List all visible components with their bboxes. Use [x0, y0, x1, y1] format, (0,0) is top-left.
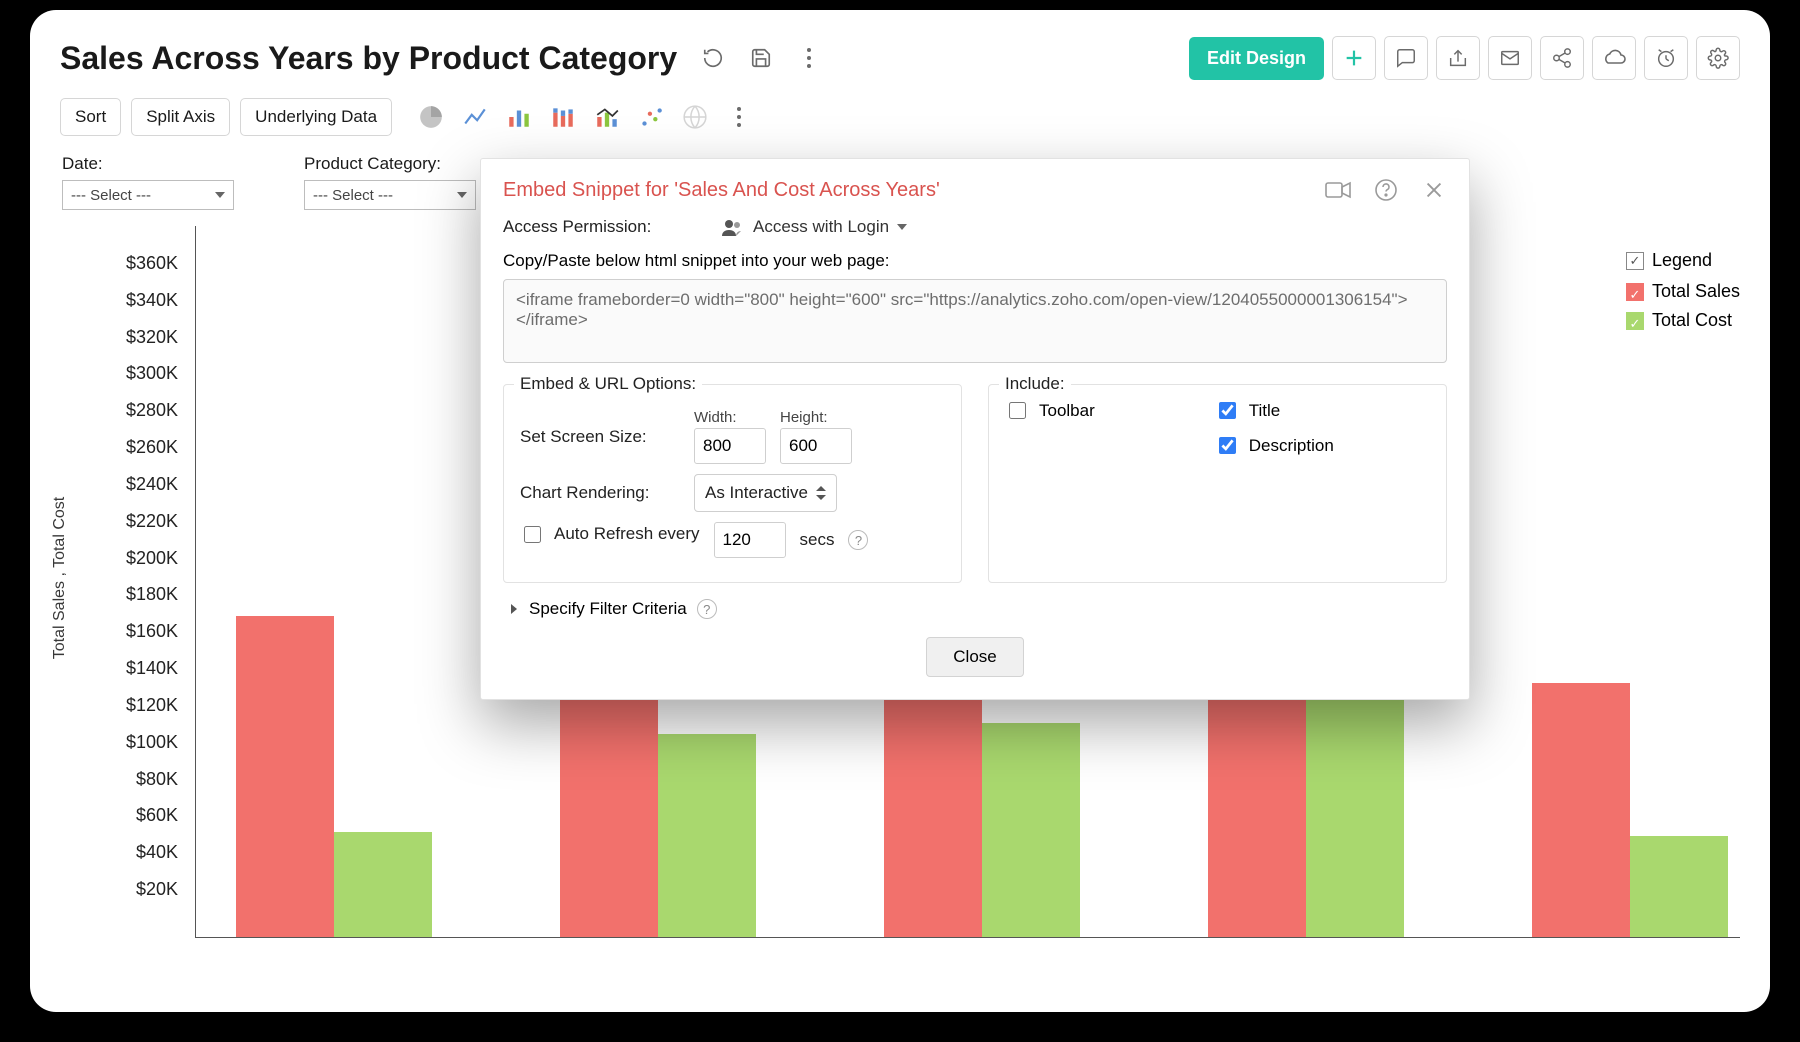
- map-chart-icon[interactable]: [678, 100, 712, 134]
- chart-rendering-select[interactable]: As Interactive: [694, 474, 837, 512]
- access-permission-label: Access Permission:: [503, 217, 693, 237]
- include-toolbar-checkbox[interactable]: [1009, 402, 1026, 419]
- auto-refresh-checkbox[interactable]: [524, 526, 541, 543]
- bar-sales[interactable]: [236, 616, 334, 937]
- reload-icon[interactable]: [693, 38, 733, 78]
- auto-refresh-label: Auto Refresh every: [554, 524, 700, 544]
- specify-filter-toggle[interactable]: Specify Filter Criteria ?: [509, 599, 1447, 619]
- chart-rendering-label: Chart Rendering:: [520, 483, 680, 503]
- y-axis-label: Total Sales , Total Cost: [51, 497, 69, 659]
- height-input[interactable]: [780, 428, 852, 464]
- more-icon[interactable]: [789, 38, 829, 78]
- scatter-chart-icon[interactable]: [634, 100, 668, 134]
- pie-chart-icon[interactable]: [414, 100, 448, 134]
- combo-chart-icon[interactable]: [590, 100, 624, 134]
- include-panel: Include: Toolbar Title Description: [988, 384, 1447, 583]
- snippet-label: Copy/Paste below html snippet into your …: [503, 251, 1447, 271]
- height-label: Height:: [780, 409, 852, 426]
- mail-icon[interactable]: [1488, 36, 1532, 80]
- category-label: Product Category:: [304, 154, 476, 174]
- header: Sales Across Years by Product Category E…: [60, 36, 1740, 80]
- more-charts-icon[interactable]: [722, 100, 756, 134]
- bar-cost[interactable]: [982, 723, 1080, 937]
- secs-label: secs: [800, 530, 835, 550]
- bar-cost[interactable]: [1306, 674, 1404, 937]
- bar-cost[interactable]: [1630, 836, 1728, 937]
- auto-refresh-input[interactable]: [714, 522, 786, 558]
- help-icon[interactable]: [1373, 177, 1399, 203]
- include-title-checkbox[interactable]: [1219, 402, 1236, 419]
- bar-chart-icon[interactable]: [502, 100, 536, 134]
- gear-icon[interactable]: [1696, 36, 1740, 80]
- autorefresh-help-icon[interactable]: ?: [848, 530, 868, 550]
- sort-button[interactable]: Sort: [60, 98, 121, 136]
- line-chart-icon[interactable]: [458, 100, 492, 134]
- modal-title: Embed Snippet for 'Sales And Cost Across…: [503, 179, 940, 202]
- embed-modal: Embed Snippet for 'Sales And Cost Across…: [480, 158, 1470, 700]
- bar-sales[interactable]: [1532, 683, 1630, 937]
- category-select[interactable]: --- Select ---: [304, 180, 476, 210]
- legend-sales[interactable]: Total Sales: [1652, 281, 1740, 301]
- width-input[interactable]: [694, 428, 766, 464]
- bar-cost[interactable]: [658, 734, 756, 937]
- share-icon[interactable]: [1540, 36, 1584, 80]
- embed-options-panel: Embed & URL Options: Set Screen Size: Wi…: [503, 384, 962, 583]
- date-select[interactable]: --- Select ---: [62, 180, 234, 210]
- app-window: Sales Across Years by Product Category E…: [30, 10, 1770, 1012]
- filter-help-icon[interactable]: ?: [697, 599, 717, 619]
- split-axis-button[interactable]: Split Axis: [131, 98, 230, 136]
- view-toolbar: Sort Split Axis Underlying Data: [60, 98, 1740, 136]
- underlying-data-button[interactable]: Underlying Data: [240, 98, 392, 136]
- video-icon[interactable]: [1325, 177, 1351, 203]
- include-legend: Include:: [999, 374, 1071, 394]
- export-icon[interactable]: [1436, 36, 1480, 80]
- cloud-icon[interactable]: [1592, 36, 1636, 80]
- save-icon[interactable]: [741, 38, 781, 78]
- width-label: Width:: [694, 409, 766, 426]
- screen-size-label: Set Screen Size:: [520, 427, 680, 447]
- chart-legend: ✓Legend Total Sales Total Cost: [1626, 250, 1740, 331]
- add-button[interactable]: [1332, 36, 1376, 80]
- snippet-textarea[interactable]: [503, 279, 1447, 363]
- comment-icon[interactable]: [1384, 36, 1428, 80]
- close-button[interactable]: Close: [926, 637, 1023, 677]
- include-description-checkbox[interactable]: [1219, 437, 1236, 454]
- alarm-icon[interactable]: [1644, 36, 1688, 80]
- access-permission-select[interactable]: Access with Login: [721, 217, 907, 237]
- legend-cost[interactable]: Total Cost: [1652, 310, 1732, 330]
- page-title: Sales Across Years by Product Category: [60, 40, 677, 77]
- bar-cost[interactable]: [334, 832, 432, 937]
- y-axis-ticks: $20K$40K$60K$80K$100K$120K$140K$160K$180…: [100, 218, 184, 938]
- date-label: Date:: [62, 154, 234, 174]
- legend-heading[interactable]: Legend: [1652, 250, 1712, 271]
- edit-design-button[interactable]: Edit Design: [1189, 37, 1324, 80]
- stacked-bar-icon[interactable]: [546, 100, 580, 134]
- close-icon[interactable]: [1421, 177, 1447, 203]
- embed-options-legend: Embed & URL Options:: [514, 374, 702, 394]
